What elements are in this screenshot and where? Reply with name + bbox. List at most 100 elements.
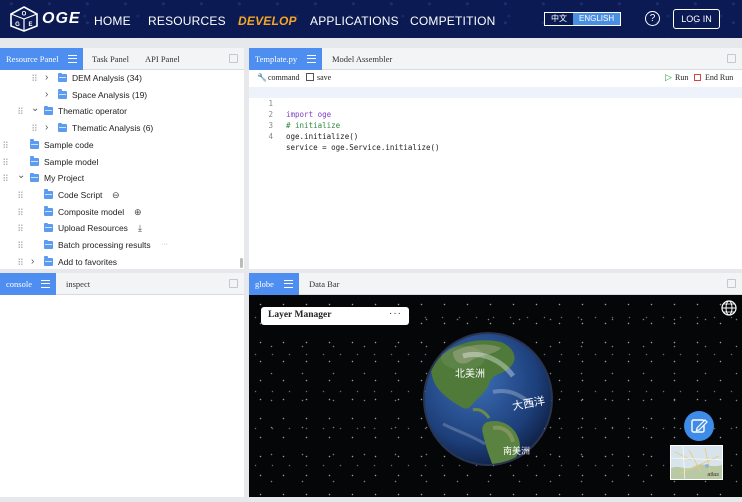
globe-icon[interactable] (720, 299, 738, 317)
login-button[interactable]: LOG IN (673, 9, 720, 29)
console-output[interactable] (0, 295, 244, 497)
tree-item[interactable]: › Thematic Analysis (6) (0, 120, 238, 136)
lang-en-button[interactable]: ENGLISH (573, 13, 621, 25)
nav-develop[interactable]: DEVELOP (238, 14, 297, 28)
maximize-icon[interactable] (229, 279, 238, 288)
drag-handle-icon[interactable] (18, 257, 23, 265)
resource-panel: Resource Panel Task Panel API Panel › DEM… (0, 48, 244, 269)
drag-handle-icon[interactable] (32, 74, 37, 81)
drag-handle-icon[interactable] (3, 174, 8, 182)
plus-circle-icon[interactable]: ⊕ (134, 204, 142, 220)
layer-manager[interactable]: Layer Manager ··· (261, 307, 409, 325)
globe-panel: globe Data Bar 北美洲 大西洋 南美洲 Layer Manager… (249, 273, 742, 497)
drag-handle-icon[interactable] (3, 157, 8, 165)
language-switch: 中文 ENGLISH (544, 12, 622, 26)
folder-icon (58, 122, 67, 133)
drag-handle-icon[interactable] (32, 124, 37, 132)
play-icon: ▷ (665, 72, 672, 82)
drag-handle-icon[interactable] (18, 241, 23, 248)
tab-label: console (6, 279, 32, 289)
drag-handle-icon[interactable] (18, 190, 23, 198)
folder-icon (30, 139, 39, 149)
tree-item[interactable]: Batch processing results ··· (0, 237, 238, 253)
tab-inspect[interactable]: inspect (66, 273, 90, 295)
oge-logo[interactable]: O G E (10, 6, 38, 32)
tree-item[interactable]: Composite model ⊕ (0, 204, 238, 220)
more-icon[interactable]: ··· (389, 308, 402, 319)
nav-home[interactable]: HOME (94, 14, 131, 28)
tree-item[interactable]: ⌄ My Project (0, 170, 238, 186)
tab-task-panel[interactable]: Task Panel (92, 48, 129, 70)
code-text: service = oge.Service.initialize() (286, 143, 440, 152)
tree-item[interactable]: Sample model (0, 154, 238, 170)
maximize-icon[interactable] (229, 54, 238, 63)
tree-item[interactable]: Sample code (0, 137, 238, 153)
tree-item-label: DEM Analysis (34) (72, 73, 142, 83)
more-icon[interactable]: ··· (161, 237, 168, 253)
save-button[interactable]: save (317, 73, 331, 82)
tab-model-assembler[interactable]: Model Assembler (332, 48, 392, 70)
tab-data-bar[interactable]: Data Bar (309, 273, 339, 295)
command-button[interactable]: command (268, 73, 300, 82)
nav-applications[interactable]: APPLICATIONS (310, 14, 399, 28)
tab-template-py[interactable]: Template.py (249, 48, 322, 70)
chevron-down-icon[interactable]: ⌄ (17, 168, 25, 184)
chevron-right-icon[interactable]: › (45, 87, 48, 103)
tab-globe[interactable]: globe (249, 273, 299, 295)
maximize-icon[interactable] (727, 54, 736, 63)
console-panel: console inspect (0, 273, 244, 497)
code-editor[interactable]: 1 import oge 2 # initialize 3 oge.initia… (249, 87, 742, 269)
tab-label: Template.py (255, 54, 298, 64)
maximize-icon[interactable] (727, 279, 736, 288)
stop-icon (694, 74, 701, 81)
menu-icon[interactable] (284, 280, 293, 288)
chevron-right-icon[interactable]: › (45, 70, 48, 86)
menu-icon[interactable] (41, 280, 50, 288)
folder-icon (30, 172, 39, 183)
code-text: # initialize (286, 121, 341, 130)
lang-zh-button[interactable]: 中文 (545, 13, 573, 25)
drag-handle-icon[interactable] (3, 140, 8, 148)
tab-resource-panel[interactable]: Resource Panel (0, 48, 83, 70)
nav-competition[interactable]: COMPETITION (410, 14, 496, 28)
minimap-label: atlas (707, 472, 719, 478)
folder-icon (44, 222, 53, 233)
tab-console[interactable]: console (0, 273, 56, 295)
tab-api-panel[interactable]: API Panel (145, 48, 180, 70)
minus-circle-icon[interactable]: ⊖ (112, 187, 120, 203)
tree-item[interactable]: Code Script ⊖ (0, 187, 238, 203)
end-run-button[interactable]: End Run (705, 73, 733, 82)
edit-button[interactable] (684, 411, 714, 441)
tree-item[interactable]: › DEM Analysis (34) (0, 70, 238, 86)
globe-viewer[interactable]: 北美洲 大西洋 南美洲 Layer Manager ··· atlas (249, 295, 742, 497)
tree-item[interactable]: › Space Analysis (19) (0, 87, 238, 103)
editor-panel: Template.py Model Assembler 🔧 command sa… (249, 48, 742, 269)
tree-item[interactable]: › Add to favorites (0, 254, 238, 270)
tree-item[interactable]: ⌄ Thematic operator (0, 103, 238, 119)
code-line: 3 oge.initialize() (249, 109, 358, 141)
help-icon[interactable]: ? (645, 11, 660, 26)
logo-letter-e: E (28, 22, 32, 28)
drag-handle-icon[interactable] (18, 207, 23, 215)
layer-manager-title: Layer Manager (268, 310, 332, 320)
upload-icon[interactable]: ⤓ (138, 220, 142, 236)
menu-icon[interactable] (68, 55, 77, 63)
tree-item[interactable]: Upload Resources ⤓ (0, 220, 238, 236)
run-button[interactable]: Run (675, 73, 688, 82)
nav-resources[interactable]: RESOURCES (148, 14, 226, 28)
logo-letter-o: O (22, 12, 27, 18)
chevron-right-icon[interactable]: › (31, 254, 34, 270)
tree-item-label: Add to favorites (58, 256, 118, 267)
line-number: 4 (268, 132, 273, 141)
menu-icon[interactable] (307, 55, 316, 63)
drag-handle-icon[interactable] (18, 224, 23, 232)
brand-name[interactable]: OGE (42, 10, 81, 28)
folder-icon (30, 156, 39, 166)
scrollbar-thumb[interactable] (240, 258, 243, 268)
earth-globe[interactable]: 北美洲 大西洋 南美洲 (423, 332, 553, 466)
editor-toolbar: 🔧 command save ▷ Run End Run (249, 70, 742, 87)
chevron-right-icon[interactable]: › (45, 120, 48, 136)
chevron-down-icon[interactable]: ⌄ (31, 101, 39, 117)
overview-minimap[interactable]: atlas (670, 445, 723, 480)
drag-handle-icon[interactable] (18, 107, 23, 115)
